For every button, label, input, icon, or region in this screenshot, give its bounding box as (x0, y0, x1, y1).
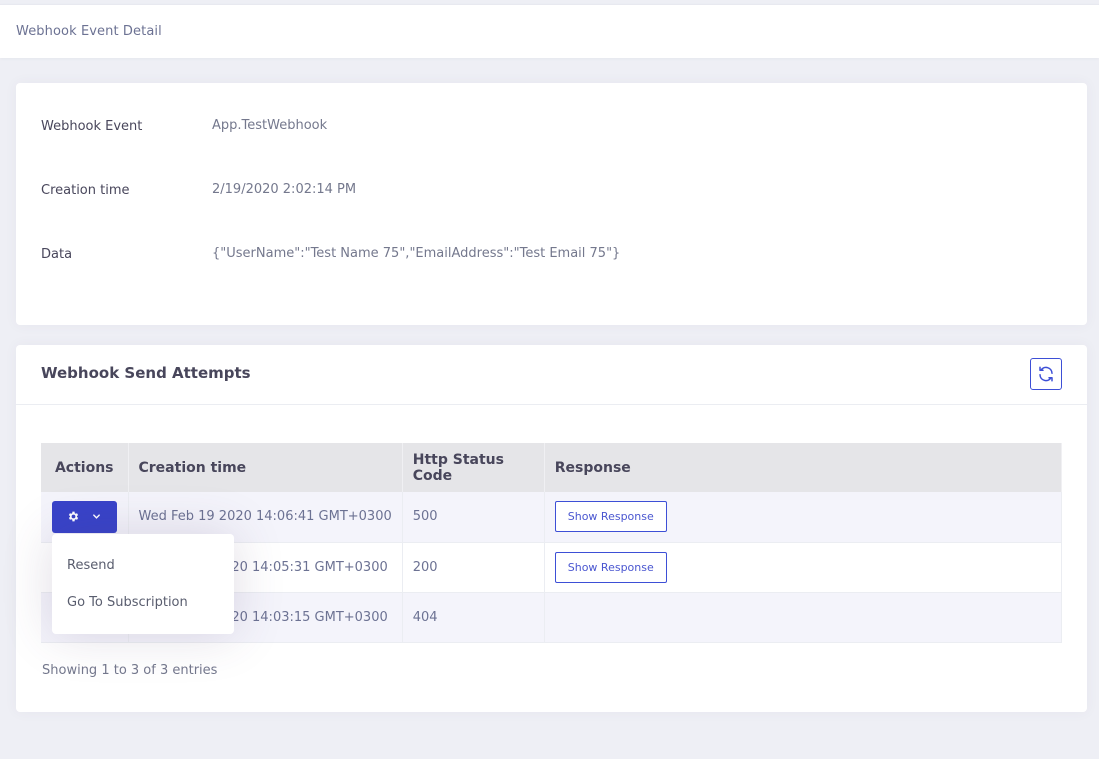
status-code-cell: 404 (402, 592, 545, 643)
info-label: Data (41, 247, 73, 262)
show-response-button[interactable]: Show Response (554, 501, 667, 533)
column-header-status-code[interactable]: Http Status Code (402, 443, 545, 492)
actions-dropdown-menu: Resend Go To Subscription (52, 534, 234, 634)
card-title: Webhook Send Attempts (41, 364, 251, 382)
column-header-response[interactable]: Response (544, 443, 1063, 492)
status-code-cell: 200 (402, 542, 545, 593)
subheader: Webhook Event Detail (0, 4, 1099, 58)
info-label: Webhook Event (41, 119, 143, 134)
page-title: Webhook Event Detail (16, 24, 162, 39)
info-value: 2/19/2020 2:02:14 PM (212, 182, 357, 197)
response-cell: Show Response (544, 492, 1063, 543)
refresh-icon (1039, 366, 1053, 382)
table-header-row: Actions Creation time Http Status Code R… (41, 443, 1063, 492)
info-label: Creation time (41, 183, 130, 198)
gear-icon (69, 511, 79, 522)
chevron-down-icon (93, 514, 101, 520)
actions-dropdown-button[interactable] (51, 500, 117, 533)
event-detail-card: Webhook Event App.TestWebhook Creation t… (16, 83, 1087, 325)
refresh-button[interactable] (1030, 358, 1062, 390)
send-attempts-card: Webhook Send Attempts Actions Creation t… (16, 345, 1087, 712)
response-cell: Show Response (544, 542, 1063, 593)
card-header: Webhook Send Attempts (16, 345, 1087, 405)
table-info: Showing 1 to 3 of 3 entries (42, 663, 218, 678)
column-header-actions[interactable]: Actions (41, 443, 129, 492)
show-response-button[interactable]: Show Response (554, 551, 667, 583)
response-cell (544, 592, 1063, 643)
info-value: {"UserName":"Test Name 75","EmailAddress… (212, 246, 621, 261)
status-code-cell: 500 (402, 492, 545, 543)
info-value: App.TestWebhook (212, 118, 328, 133)
menu-item-resend[interactable]: Resend (67, 558, 115, 573)
column-header-creation-time[interactable]: Creation time (128, 443, 403, 492)
menu-item-go-to-subscription[interactable]: Go To Subscription (67, 595, 188, 610)
